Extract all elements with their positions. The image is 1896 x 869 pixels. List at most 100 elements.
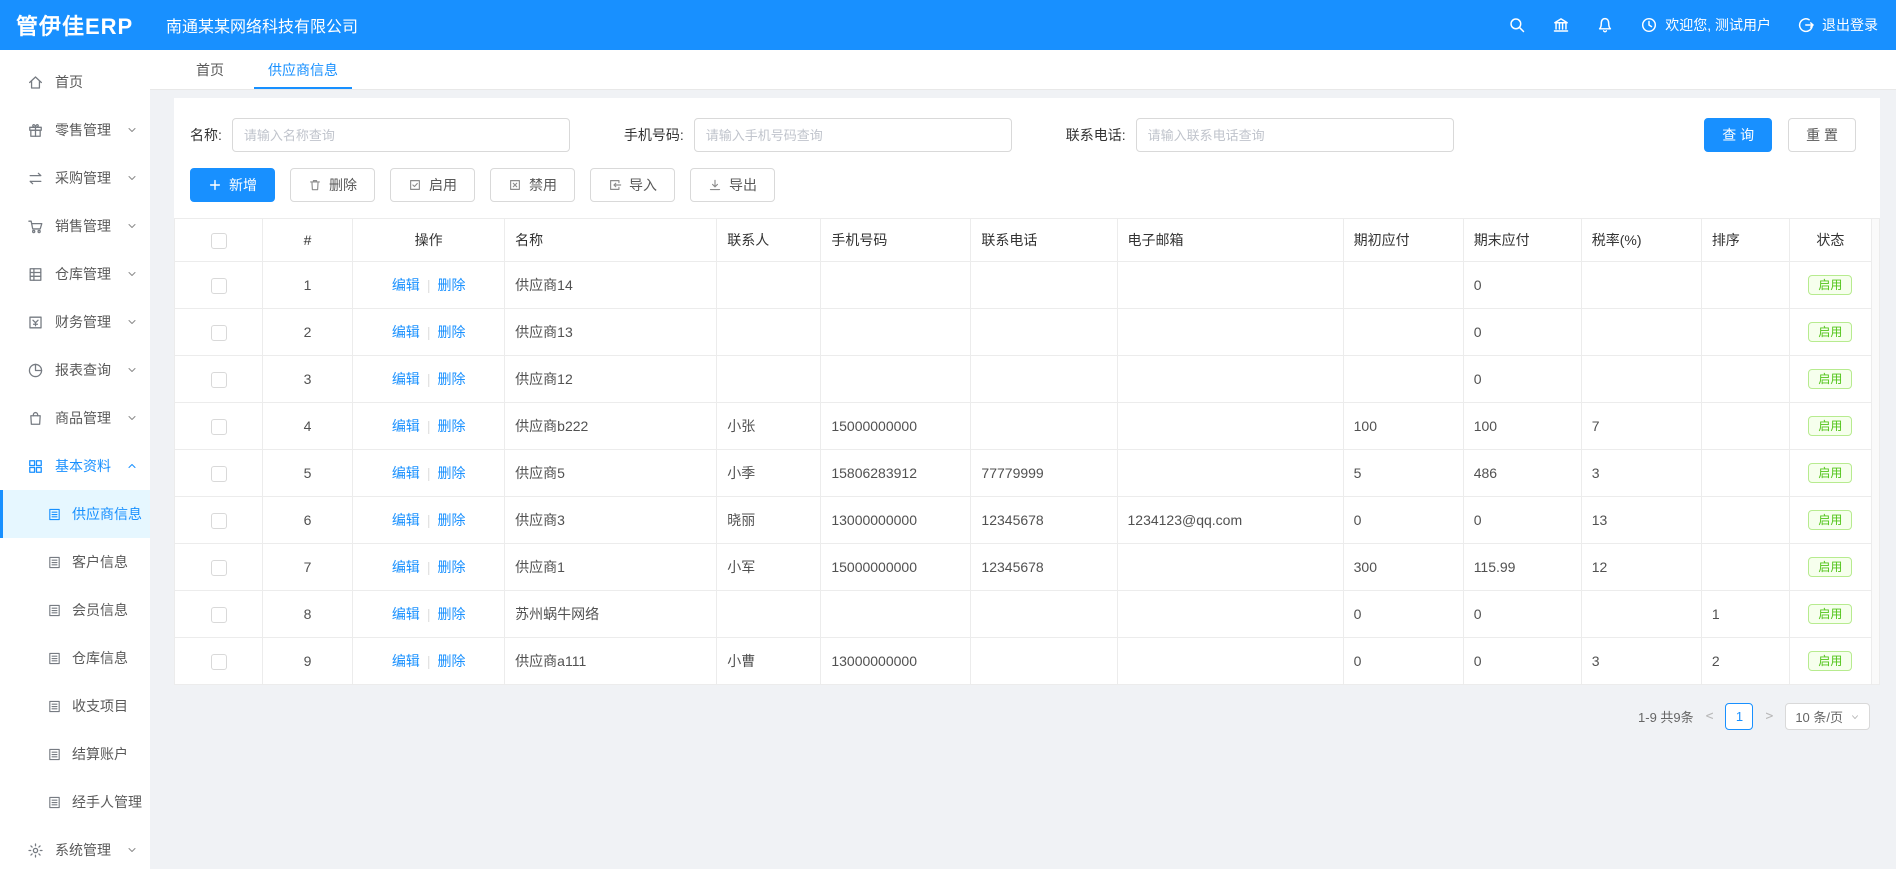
delete-link[interactable]: 删除 [437, 606, 465, 622]
delete-link[interactable]: 删除 [437, 465, 465, 481]
cell-email [1117, 309, 1343, 356]
sidebar-subitem[interactable]: 会员信息 [0, 586, 150, 634]
sidebar-item[interactable]: 采购管理 [0, 154, 150, 202]
cell-contact: 小军 [717, 544, 821, 591]
table-row: 7编辑|删除供应商1小军1500000000012345678300115.99… [175, 544, 1872, 591]
select-all-checkbox[interactable] [211, 233, 227, 249]
delete-link[interactable]: 删除 [437, 418, 465, 434]
delete-button[interactable]: 删除 [290, 168, 375, 202]
bell-icon[interactable] [1596, 16, 1614, 34]
sidebar-item[interactable]: 首页 [0, 58, 150, 106]
cell-name: 供应商14 [505, 262, 717, 309]
row-checkbox[interactable] [211, 607, 227, 623]
delete-link[interactable]: 删除 [437, 371, 465, 387]
cell-name: 苏州蜗牛网络 [505, 591, 717, 638]
pagination: 1-9 共9条 < 1 > 10 条/页 [174, 685, 1880, 730]
next-page-button[interactable]: > [1763, 709, 1775, 724]
prev-page-button[interactable]: < [1704, 709, 1716, 724]
import-button[interactable]: 导入 [590, 168, 675, 202]
cell-contact: 小张 [717, 403, 821, 450]
cell-email [1117, 262, 1343, 309]
delete-link[interactable]: 删除 [437, 277, 465, 293]
logout-label: 退出登录 [1822, 15, 1878, 35]
cell-sort [1701, 450, 1789, 497]
supplier-panel: 名称: 手机号码: 联系电话: 查 询 重 置 [174, 98, 1880, 685]
cell-index: 6 [263, 497, 353, 544]
sidebar-item-label: 零售管理 [55, 120, 111, 140]
tab-home[interactable]: 首页 [174, 50, 246, 89]
row-checkbox[interactable] [211, 372, 227, 388]
row-checkbox[interactable] [211, 654, 227, 670]
cell-opening: 5 [1343, 450, 1463, 497]
topbar-actions: 欢迎您, 测试用户 退出登录 [1508, 15, 1896, 35]
sidebar-subitem[interactable]: 仓库信息 [0, 634, 150, 682]
sidebar-item[interactable]: 仓库管理 [0, 250, 150, 298]
action-separator: | [427, 512, 431, 528]
table-scrollbar[interactable] [1872, 218, 1880, 685]
delete-link[interactable]: 删除 [437, 653, 465, 669]
chevron-down-icon [1850, 712, 1860, 722]
disable-button[interactable]: 禁用 [490, 168, 575, 202]
sidebar-item[interactable]: 报表查询 [0, 346, 150, 394]
sidebar-item[interactable]: 零售管理 [0, 106, 150, 154]
cell-sort [1701, 544, 1789, 591]
cell-closing: 0 [1463, 497, 1581, 544]
mobile-filter-input[interactable] [694, 118, 1012, 152]
export-button[interactable]: 导出 [690, 168, 775, 202]
edit-link[interactable]: 编辑 [392, 277, 420, 293]
current-page-button[interactable]: 1 [1725, 703, 1753, 730]
chart-pie-icon [27, 362, 44, 379]
edit-link[interactable]: 编辑 [392, 324, 420, 340]
welcome-user[interactable]: 欢迎您, 测试用户 [1640, 15, 1771, 35]
sidebar-subitem[interactable]: 客户信息 [0, 538, 150, 586]
sidebar-subitem-label: 客户信息 [72, 552, 128, 572]
sidebar-subitem[interactable]: 经手人管理 [0, 778, 150, 826]
cell-mobile: 15000000000 [821, 544, 971, 591]
row-checkbox[interactable] [211, 560, 227, 576]
doc-icon [47, 651, 62, 666]
sidebar-subitem[interactable]: 供应商信息 [0, 490, 150, 538]
sidebar-subitem[interactable]: 结算账户 [0, 730, 150, 778]
cell-contact [717, 309, 821, 356]
cell-index: 2 [263, 309, 353, 356]
edit-link[interactable]: 编辑 [392, 606, 420, 622]
sidebar-item[interactable]: 财务管理 [0, 298, 150, 346]
edit-link[interactable]: 编辑 [392, 465, 420, 481]
row-checkbox[interactable] [211, 466, 227, 482]
delete-link[interactable]: 删除 [437, 324, 465, 340]
sidebar-item[interactable]: 系统管理 [0, 826, 150, 869]
bank-icon[interactable] [1552, 16, 1570, 34]
edit-link[interactable]: 编辑 [392, 653, 420, 669]
doc-icon [47, 699, 62, 714]
edit-link[interactable]: 编辑 [392, 418, 420, 434]
sidebar-item[interactable]: 基本资料 [0, 442, 150, 490]
trash-icon [308, 178, 322, 192]
cell-index: 7 [263, 544, 353, 591]
edit-link[interactable]: 编辑 [392, 512, 420, 528]
search-button[interactable]: 查 询 [1704, 118, 1772, 152]
row-checkbox[interactable] [211, 325, 227, 341]
sidebar-item[interactable]: 销售管理 [0, 202, 150, 250]
row-checkbox[interactable] [211, 513, 227, 529]
sidebar-subitem[interactable]: 收支项目 [0, 682, 150, 730]
phone-filter-input[interactable] [1136, 118, 1454, 152]
action-separator: | [427, 324, 431, 340]
sidebar-item[interactable]: 商品管理 [0, 394, 150, 442]
tab-supplier-info[interactable]: 供应商信息 [246, 50, 360, 89]
gear-icon [27, 842, 44, 859]
page-size-select[interactable]: 10 条/页 [1785, 703, 1870, 730]
search-icon[interactable] [1508, 16, 1526, 34]
supplier-table-wrap: # 操作 名称 联系人 手机号码 联系电话 电子邮箱 期初应付 期末应付 税率(… [174, 218, 1880, 685]
delete-link[interactable]: 删除 [437, 559, 465, 575]
edit-link[interactable]: 编辑 [392, 559, 420, 575]
delete-link[interactable]: 删除 [437, 512, 465, 528]
cell-index: 9 [263, 638, 353, 685]
row-checkbox[interactable] [211, 278, 227, 294]
add-button[interactable]: 新增 [190, 168, 275, 202]
enable-button[interactable]: 启用 [390, 168, 475, 202]
row-checkbox[interactable] [211, 419, 227, 435]
name-filter-input[interactable] [232, 118, 570, 152]
logout-button[interactable]: 退出登录 [1797, 15, 1878, 35]
reset-button[interactable]: 重 置 [1788, 118, 1856, 152]
edit-link[interactable]: 编辑 [392, 371, 420, 387]
